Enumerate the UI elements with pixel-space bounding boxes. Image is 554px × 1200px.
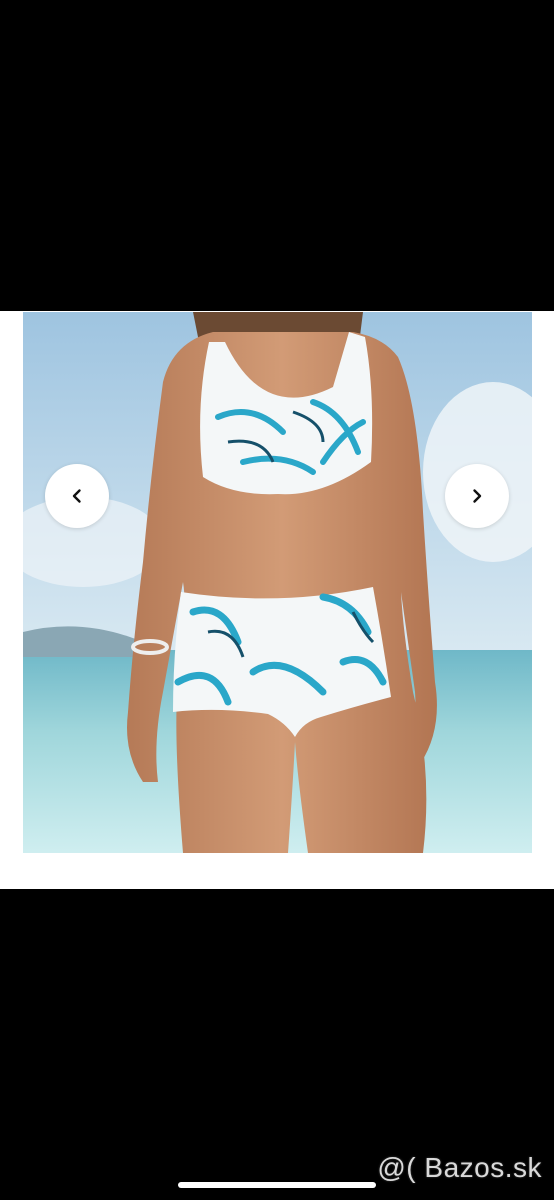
- next-image-button[interactable]: [445, 464, 509, 528]
- previous-image-button[interactable]: [45, 464, 109, 528]
- swimsuit-photo-illustration: [23, 312, 532, 853]
- chevron-left-icon: [72, 489, 81, 503]
- chevron-right-icon: [473, 489, 482, 503]
- image-gallery-card: [0, 311, 554, 889]
- bazos-watermark: @( Bazos.sk: [377, 1152, 542, 1183]
- product-photo[interactable]: [23, 312, 532, 853]
- home-indicator[interactable]: [178, 1182, 376, 1188]
